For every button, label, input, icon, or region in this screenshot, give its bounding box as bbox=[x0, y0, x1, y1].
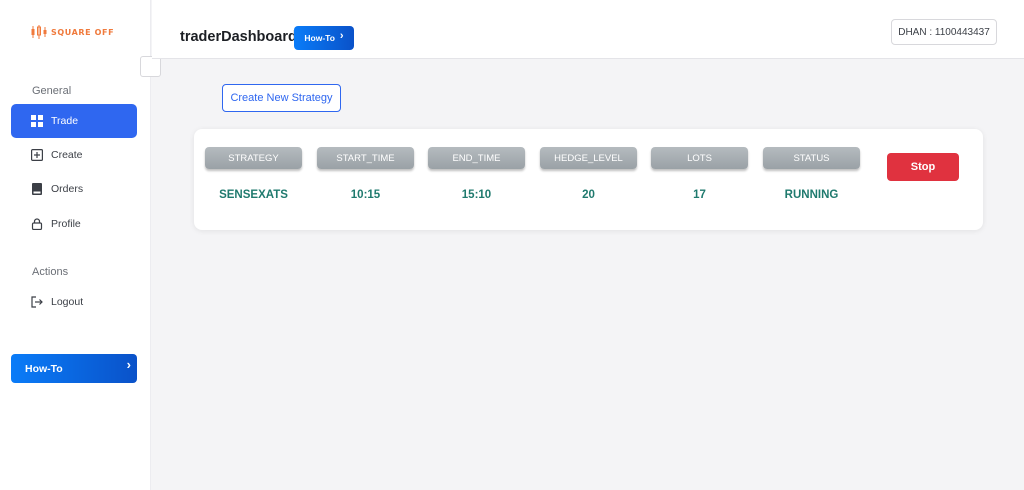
logout-label: Logout bbox=[51, 296, 84, 308]
sidebar-item-label: Trade bbox=[51, 115, 79, 127]
sidebar-item-trade[interactable]: Trade bbox=[11, 104, 137, 138]
hedge-level-value: 20 bbox=[582, 189, 595, 201]
page-title: traderDashboard bbox=[180, 29, 297, 45]
sidebar-howto-button[interactable]: How-To › bbox=[11, 354, 137, 383]
lock-icon bbox=[31, 218, 43, 230]
strategy-card: STRATEGY START_TIME END_TIME HEDGE_LEVEL… bbox=[194, 129, 983, 230]
logout-button[interactable]: Logout bbox=[11, 285, 137, 319]
column-header-strategy: STRATEGY bbox=[205, 147, 302, 169]
howto-label: How-To bbox=[304, 33, 335, 43]
candlestick-logo-icon bbox=[31, 25, 47, 39]
sidebar-item-orders[interactable]: Orders bbox=[11, 172, 137, 206]
chevron-right-icon: › bbox=[339, 29, 344, 42]
book-icon bbox=[32, 183, 42, 195]
grid-icon bbox=[31, 115, 43, 127]
chevron-right-icon: › bbox=[126, 357, 131, 372]
sidebar-item-label: Profile bbox=[51, 218, 81, 230]
column-header-status: STATUS bbox=[763, 147, 860, 169]
howto-label: How-To bbox=[25, 362, 63, 375]
section-general-label: General bbox=[32, 85, 72, 97]
account-badge[interactable]: DHAN : 1100443437 bbox=[891, 19, 997, 45]
sidebar-item-label: Create bbox=[51, 149, 83, 161]
strategy-value: SENSEXATS bbox=[219, 189, 288, 201]
end-time-value: 15:10 bbox=[461, 189, 492, 201]
brand-logo[interactable]: SQUARE OFF bbox=[30, 24, 114, 40]
column-header-start-time: START_TIME bbox=[317, 147, 414, 169]
plus-square-icon bbox=[31, 149, 43, 161]
status-value: RUNNING bbox=[784, 189, 839, 201]
stop-strategy-button[interactable]: Stop bbox=[887, 153, 959, 181]
sidebar-item-label: Orders bbox=[51, 183, 84, 195]
sidebar-item-profile[interactable]: Profile bbox=[11, 207, 137, 241]
column-header-end-time: END_TIME bbox=[428, 147, 525, 169]
sidebar: SQUARE OFF General Trade Create Orders P… bbox=[0, 0, 151, 490]
create-new-strategy-button[interactable]: Create New Strategy bbox=[222, 84, 341, 112]
header-howto-button[interactable]: How-To › bbox=[294, 26, 354, 50]
lots-value: 17 bbox=[693, 189, 706, 201]
logout-icon bbox=[31, 296, 43, 308]
column-header-hedge-level: HEDGE_LEVEL bbox=[540, 147, 637, 169]
sidebar-collapse-button[interactable] bbox=[140, 56, 161, 77]
column-header-lots: LOTS bbox=[651, 147, 748, 169]
start-time-value: 10:15 bbox=[350, 189, 381, 201]
sidebar-item-create[interactable]: Create bbox=[11, 138, 137, 172]
brand-name: SQUARE OFF bbox=[51, 27, 115, 37]
section-actions-label: Actions bbox=[32, 266, 69, 278]
